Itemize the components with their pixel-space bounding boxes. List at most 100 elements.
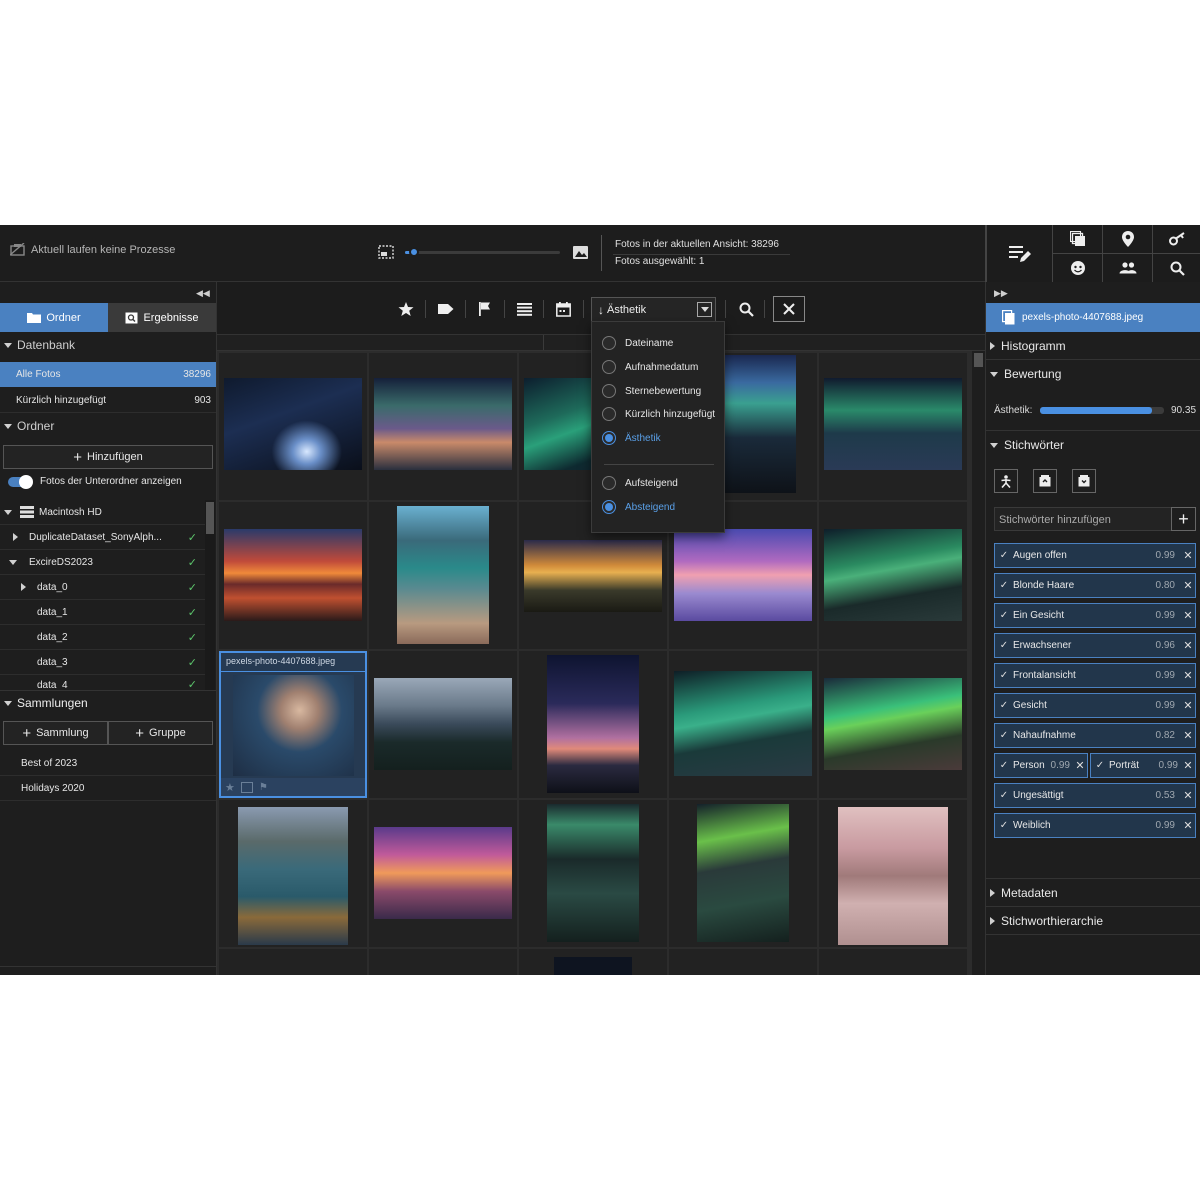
photo-thumbnail[interactable] — [819, 949, 967, 975]
scrollbar-thumb[interactable] — [974, 353, 983, 367]
photo-thumbnail[interactable] — [519, 949, 667, 975]
label-icon[interactable] — [240, 781, 253, 793]
star-icon[interactable] — [395, 298, 417, 320]
close-icon[interactable]: ✕ — [1181, 609, 1195, 622]
keyword-chip[interactable]: ✓ Gesicht 0.99 ✕ — [994, 693, 1196, 718]
key-icon[interactable] — [1152, 225, 1200, 254]
radio-button[interactable] — [602, 384, 616, 398]
photo-thumbnail[interactable] — [669, 949, 817, 975]
radio-button-selected[interactable] — [602, 500, 616, 514]
close-icon[interactable]: ✕ — [1181, 699, 1195, 712]
people-icon[interactable] — [1102, 254, 1152, 282]
photo-thumbnail[interactable] — [219, 949, 367, 975]
close-icon[interactable]: ✕ — [1181, 669, 1195, 682]
tree-scrollbar[interactable] — [205, 500, 215, 690]
search-icon[interactable] — [735, 298, 757, 320]
zoom-slider-handle[interactable] — [409, 247, 420, 257]
keyword-chip[interactable]: ✓ Person 0.99 ✕ — [994, 753, 1088, 778]
star-icon[interactable]: ★ — [225, 781, 235, 794]
radio-button[interactable] — [602, 336, 616, 350]
photo-thumbnail[interactable] — [519, 651, 667, 798]
collection-item[interactable]: Holidays 2020 — [0, 776, 216, 801]
photo-thumbnail[interactable] — [819, 502, 967, 649]
keyword-chip[interactable]: ✓ Nahaufnahme 0.82 ✕ — [994, 723, 1196, 748]
keyword-chip[interactable]: ✓ Porträt 0.99 ✕ — [1090, 753, 1196, 778]
calendar-icon[interactable] — [552, 298, 574, 320]
download-box-icon[interactable] — [1072, 469, 1096, 493]
tree-item-data-0[interactable]: data_0 ✓ — [0, 575, 205, 600]
tab-results[interactable]: Ergebnisse — [108, 303, 216, 332]
photo-thumbnail[interactable] — [819, 651, 967, 798]
tree-item-data-2[interactable]: data_2 ✓ — [0, 625, 205, 650]
copy-stack-icon[interactable] — [1052, 225, 1102, 254]
add-group-button[interactable]: + Gruppe — [108, 721, 213, 745]
close-icon[interactable]: ✕ — [1181, 729, 1195, 742]
section-rating[interactable]: Bewertung — [986, 360, 1200, 388]
radio-button[interactable] — [602, 476, 616, 490]
add-collection-button[interactable]: + Sammlung — [3, 721, 108, 745]
section-metadata[interactable]: Metadaten — [986, 879, 1200, 907]
sort-option-aesthetic[interactable]: Ästhetik — [602, 431, 661, 445]
photo-thumbnail[interactable] — [369, 353, 517, 500]
close-icon[interactable]: ✕ — [1181, 579, 1195, 592]
keyword-chip[interactable]: ✓ Ungesättigt 0.53 ✕ — [994, 783, 1196, 808]
close-icon[interactable]: ✕ — [1181, 639, 1195, 652]
list-icon[interactable] — [513, 298, 535, 320]
order-option-ascending[interactable]: Aufsteigend — [602, 476, 678, 490]
flag-icon[interactable]: ⚑ — [259, 782, 268, 793]
tree-item-duplicate-dataset[interactable]: DuplicateDataset_SonyAlph... ✓ — [0, 525, 205, 550]
subfolders-toggle[interactable]: Fotos der Unterordner anzeigen — [8, 474, 182, 489]
keyword-chip[interactable]: ✓ Weiblich 0.99 ✕ — [994, 813, 1196, 838]
close-icon[interactable] — [773, 296, 805, 322]
section-database[interactable]: Datenbank — [0, 333, 216, 357]
grid-scrollbar[interactable] — [972, 351, 985, 975]
zoom-slider[interactable] — [405, 247, 560, 257]
location-pin-icon[interactable] — [1102, 225, 1152, 254]
keyword-chip[interactable]: ✓ Ein Gesicht 0.99 ✕ — [994, 603, 1196, 628]
close-icon[interactable]: ✕ — [1181, 819, 1195, 832]
tree-item-data-1[interactable]: data_1 ✓ — [0, 600, 205, 625]
photo-thumbnail[interactable] — [369, 651, 517, 798]
keyword-chip[interactable]: ✓ Blonde Haare 0.80 ✕ — [994, 573, 1196, 598]
keyword-chip[interactable]: ✓ Erwachsener 0.96 ✕ — [994, 633, 1196, 658]
tag-icon[interactable] — [435, 298, 457, 320]
close-icon[interactable]: ✕ — [1181, 549, 1195, 562]
tab-folders[interactable]: Ordner — [0, 303, 108, 332]
photo-thumbnail[interactable] — [819, 800, 967, 947]
photo-thumbnail[interactable] — [369, 502, 517, 649]
tree-item-excireds2023[interactable]: ExcireDS2023 ✓ — [0, 550, 205, 575]
photo-thumbnail[interactable] — [219, 353, 367, 500]
database-item-all-photos[interactable]: Alle Fotos 38296 — [0, 362, 216, 387]
close-icon[interactable]: ✕ — [1181, 759, 1195, 772]
add-keyword-button[interactable]: + — [1171, 507, 1196, 531]
photo-thumbnail[interactable] — [669, 651, 817, 798]
section-folders[interactable]: Ordner — [0, 414, 216, 438]
sort-option-recent[interactable]: Kürzlich hinzugefügt — [602, 407, 715, 421]
chevron-down-icon[interactable] — [697, 302, 712, 317]
collapse-left-panel-icon[interactable]: ◀◀ — [196, 288, 210, 299]
order-option-descending[interactable]: Absteigend — [602, 500, 675, 514]
face-icon[interactable] — [1052, 254, 1102, 282]
tree-item-data-3[interactable]: data_3 ✓ — [0, 650, 205, 675]
photo-thumbnail[interactable] — [219, 800, 367, 947]
collapse-right-panel-icon[interactable]: ▶▶ — [994, 288, 1008, 299]
tag-box-icon[interactable] — [1033, 469, 1057, 493]
photo-thumbnail[interactable] — [369, 800, 517, 947]
radio-button[interactable] — [602, 407, 616, 421]
small-thumbnail-icon[interactable] — [378, 245, 394, 259]
close-icon[interactable]: ✕ — [1181, 789, 1195, 802]
keyword-input[interactable]: Stichwörter hinzufügen — [994, 507, 1171, 531]
section-histogram[interactable]: Histogramm — [986, 332, 1200, 360]
sort-option-filename[interactable]: Dateiname — [602, 336, 673, 350]
sort-option-rating[interactable]: Sternebewertung — [602, 384, 701, 398]
photo-thumbnail[interactable] — [219, 502, 367, 649]
section-keyword-hierarchy[interactable]: Stichworthierarchie — [986, 907, 1200, 935]
section-keywords[interactable]: Stichwörter — [986, 431, 1200, 459]
database-item-recent[interactable]: Kürzlich hinzugefügt 903 — [0, 388, 216, 413]
photo-thumbnail[interactable] — [369, 949, 517, 975]
close-icon[interactable]: ✕ — [1073, 759, 1087, 772]
radio-button-selected[interactable] — [602, 431, 616, 445]
sort-option-date[interactable]: Aufnahmedatum — [602, 360, 698, 374]
toggle-switch[interactable] — [8, 474, 33, 489]
photo-thumbnail[interactable] — [819, 353, 967, 500]
